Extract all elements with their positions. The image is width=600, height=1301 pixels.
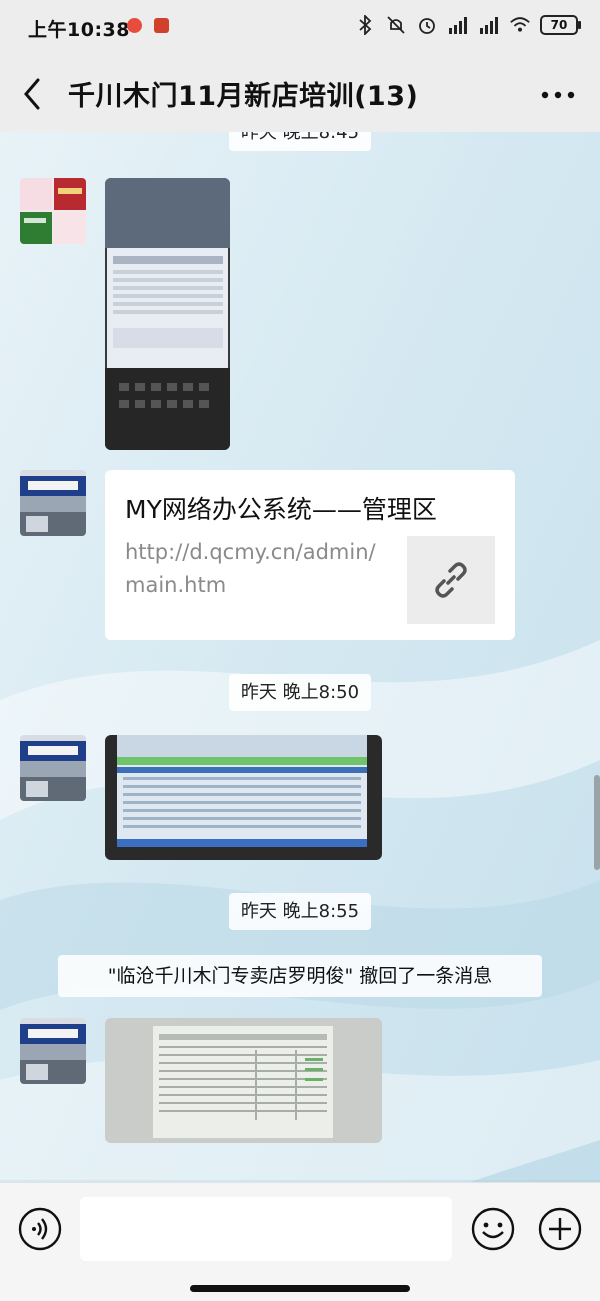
status-time: 上午10:38 <box>28 19 130 41</box>
link-icon <box>435 562 467 598</box>
message-input[interactable] <box>80 1197 452 1261</box>
avatar[interactable] <box>20 1018 86 1084</box>
voice-button[interactable] <box>17 1206 63 1252</box>
notification-app-icon <box>127 18 142 33</box>
wifi-icon <box>509 14 531 36</box>
link-thumbnail <box>407 536 495 624</box>
timestamp-label: 昨天 晚上8:50 <box>228 674 372 711</box>
voice-icon <box>18 1207 62 1251</box>
back-button[interactable] <box>14 74 54 114</box>
plus-button[interactable] <box>537 1206 583 1252</box>
alarm-icon <box>416 14 438 36</box>
plus-icon <box>538 1207 582 1251</box>
avatar[interactable] <box>20 470 86 536</box>
timestamp: 昨天 晚上8:55 <box>0 893 600 930</box>
home-indicator[interactable] <box>190 1285 410 1292</box>
mute-icon <box>385 14 407 36</box>
input-bar <box>0 1182 600 1301</box>
image-message[interactable] <box>105 178 230 450</box>
chevron-left-icon <box>24 78 40 110</box>
emoji-button[interactable] <box>470 1206 516 1252</box>
avatar[interactable] <box>20 178 86 244</box>
image-message[interactable] <box>105 1018 382 1143</box>
more-dots-icon <box>541 91 575 99</box>
bluetooth-icon <box>354 14 376 36</box>
avatar[interactable] <box>20 735 86 801</box>
link-title: MY网络办公系统——管理区 <box>125 495 437 524</box>
emoji-icon <box>471 1207 515 1251</box>
battery-icon: 70 <box>540 15 581 35</box>
image-message[interactable] <box>105 735 382 860</box>
link-card-message[interactable]: MY网络办公系统——管理区 http://d.qcmy.cn/admin/mai… <box>105 470 515 640</box>
notification-app-icon <box>154 18 169 33</box>
hd-signal-icon <box>447 14 469 36</box>
scrollbar[interactable] <box>594 775 600 870</box>
timestamp: 昨天 晚上8:50 <box>0 674 600 711</box>
recall-notice: "临沧千川木门专卖店罗明俊" 撤回了一条消息 <box>58 955 542 997</box>
more-button[interactable] <box>538 80 578 110</box>
link-url: http://d.qcmy.cn/admin/main.htm <box>125 540 376 597</box>
signal-icon <box>478 14 500 36</box>
chat-header: 千川木门11月新店培训(13) <box>0 52 600 132</box>
status-bar: 上午10:38 70 <box>0 0 600 52</box>
timestamp-label: 昨天 晚上8:55 <box>228 893 372 930</box>
chat-title: 千川木门11月新店培训(13) <box>68 81 419 112</box>
